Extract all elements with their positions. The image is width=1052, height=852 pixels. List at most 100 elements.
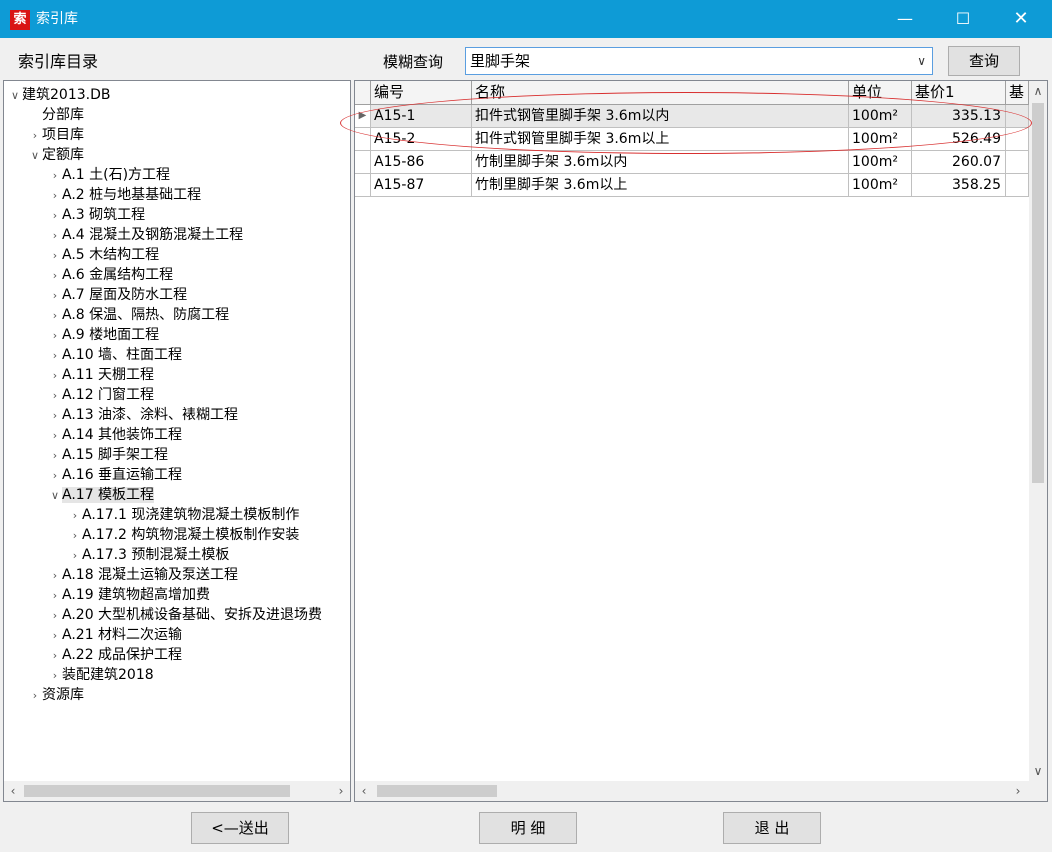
scroll-right-icon[interactable]: ›: [1009, 781, 1027, 801]
chevron-right-icon[interactable]: ›: [48, 386, 62, 406]
cell-price[interactable]: 260.07: [912, 151, 1006, 174]
tree-item[interactable]: › A.13 油漆、涂料、裱糊工程: [48, 405, 238, 425]
tree-item[interactable]: ∨ 建筑2013.DB: [8, 85, 111, 106]
tree-item[interactable]: › 装配建筑2018: [48, 665, 154, 685]
tree-item[interactable]: › A.5 木结构工程: [48, 245, 159, 265]
chevron-right-icon[interactable]: ›: [48, 566, 62, 586]
chevron-right-icon[interactable]: ›: [48, 606, 62, 626]
minimize-button[interactable]: —: [876, 0, 934, 38]
cell-code[interactable]: A15-87: [371, 174, 472, 197]
column-header-code[interactable]: 编号: [371, 81, 472, 105]
column-header-name[interactable]: 名称: [472, 81, 849, 105]
tree-item[interactable]: › A.11 天棚工程: [48, 365, 154, 385]
catalog-tree[interactable]: ∨ 建筑2013.DB 分部库 › 项目库 ∨ 定额库 › A.1 土(石)方工程 › A.2 桩与…: [3, 80, 351, 802]
chevron-right-icon[interactable]: ›: [68, 526, 82, 546]
cell-unit[interactable]: 100m²: [849, 128, 912, 151]
tree-item[interactable]: › A.18 混凝土运输及泵送工程: [48, 565, 238, 585]
cell-name[interactable]: 扣件式钢管里脚手架 3.6m以内: [472, 105, 849, 128]
chevron-right-icon[interactable]: ›: [48, 266, 62, 286]
tree-item[interactable]: › A.3 砌筑工程: [48, 205, 145, 225]
chevron-right-icon[interactable]: ›: [48, 626, 62, 646]
scroll-thumb[interactable]: [24, 785, 290, 797]
tree-item[interactable]: › A.20 大型机械设备基础、安拆及进退场费: [48, 605, 322, 625]
tree-item[interactable]: › A.19 建筑物超高增加费: [48, 585, 210, 605]
scroll-up-icon[interactable]: ∧: [1029, 81, 1047, 101]
cell-extra[interactable]: [1006, 128, 1029, 151]
cell-unit[interactable]: 100m²: [849, 151, 912, 174]
column-header-price[interactable]: 基价1: [912, 81, 1006, 105]
scroll-down-icon[interactable]: ∨: [1029, 761, 1047, 781]
tree-horizontal-scrollbar[interactable]: ‹ ›: [4, 781, 350, 801]
chevron-right-icon[interactable]: ›: [48, 186, 62, 206]
chevron-right-icon[interactable]: ›: [48, 586, 62, 606]
close-button[interactable]: ✕: [992, 0, 1050, 38]
chevron-down-icon[interactable]: ∨: [8, 86, 22, 106]
tree-item[interactable]: › A.9 楼地面工程: [48, 325, 159, 345]
tree-item[interactable]: › A.17.2 构筑物混凝土模板制作安装: [68, 525, 300, 546]
tree-item[interactable]: › A.10 墙、柱面工程: [48, 345, 182, 365]
chevron-right-icon[interactable]: ›: [48, 666, 62, 686]
chevron-right-icon[interactable]: ›: [48, 226, 62, 246]
tree-item[interactable]: › A.16 垂直运输工程: [48, 465, 182, 485]
chevron-right-icon[interactable]: ›: [48, 326, 62, 346]
tree-item[interactable]: ∨ 定额库: [28, 145, 84, 165]
cell-price[interactable]: 335.13: [912, 105, 1006, 128]
chevron-right-icon[interactable]: ›: [48, 246, 62, 266]
tree-item[interactable]: › 项目库: [28, 125, 84, 145]
chevron-right-icon[interactable]: ›: [48, 166, 62, 186]
column-header-extra[interactable]: 基: [1006, 81, 1029, 105]
tree-item[interactable]: › A.4 混凝土及钢筋混凝土工程: [48, 225, 243, 245]
cell-code[interactable]: A15-86: [371, 151, 472, 174]
tree-item[interactable]: › 资源库: [28, 685, 84, 705]
grid-vertical-scrollbar[interactable]: ∧ ∨: [1029, 81, 1047, 781]
chevron-right-icon[interactable]: ›: [48, 466, 62, 486]
tree-item[interactable]: › A.22 成品保护工程: [48, 645, 182, 665]
exit-button[interactable]: 退 出: [723, 812, 821, 844]
chevron-down-icon[interactable]: ∨: [28, 146, 42, 166]
detail-button[interactable]: 明 细: [479, 812, 577, 844]
scroll-right-icon[interactable]: ›: [332, 781, 350, 801]
grid-horizontal-scrollbar[interactable]: ‹ ›: [355, 781, 1047, 801]
chevron-down-icon[interactable]: ∨: [917, 54, 926, 68]
chevron-right-icon[interactable]: ›: [48, 406, 62, 426]
chevron-right-icon[interactable]: ›: [48, 306, 62, 326]
cell-name[interactable]: 竹制里脚手架 3.6m以内: [472, 151, 849, 174]
cell-unit[interactable]: 100m²: [849, 174, 912, 197]
maximize-button[interactable]: ☐: [934, 0, 992, 38]
tree-item[interactable]: 分部库: [28, 105, 84, 125]
cell-extra[interactable]: [1006, 105, 1029, 128]
scroll-left-icon[interactable]: ‹: [355, 781, 373, 801]
cell-unit[interactable]: 100m²: [849, 105, 912, 128]
scroll-left-icon[interactable]: ‹: [4, 781, 22, 801]
cell-name[interactable]: 竹制里脚手架 3.6m以上: [472, 174, 849, 197]
chevron-right-icon[interactable]: ›: [48, 426, 62, 446]
scroll-thumb[interactable]: [377, 785, 497, 797]
tree-item[interactable]: › A.21 材料二次运输: [48, 625, 182, 645]
chevron-right-icon[interactable]: ›: [68, 546, 82, 566]
cell-price[interactable]: 526.49: [912, 128, 1006, 151]
tree-item[interactable]: › A.2 桩与地基基础工程: [48, 185, 201, 205]
tree-item[interactable]: › A.8 保温、隔热、防腐工程: [48, 305, 229, 325]
cell-extra[interactable]: [1006, 174, 1029, 197]
chevron-right-icon[interactable]: ›: [48, 206, 62, 226]
tree-item[interactable]: › A.6 金属结构工程: [48, 265, 173, 285]
search-combobox[interactable]: 里脚手架 ∨: [465, 47, 933, 75]
results-grid[interactable]: 编号 名称 单位 基价1 基 ▶ A15-1 扣件式钢管里脚手架 3.6m以内 100…: [354, 80, 1048, 802]
chevron-right-icon[interactable]: ›: [48, 366, 62, 386]
chevron-right-icon[interactable]: ›: [48, 446, 62, 466]
tree-item[interactable]: › A.12 门窗工程: [48, 385, 154, 405]
chevron-right-icon[interactable]: ›: [68, 506, 82, 526]
chevron-right-icon[interactable]: ›: [48, 346, 62, 366]
tree-item[interactable]: › A.14 其他装饰工程: [48, 425, 182, 445]
cell-extra[interactable]: [1006, 151, 1029, 174]
column-header-unit[interactable]: 单位: [849, 81, 912, 105]
tree-item[interactable]: › A.17.3 预制混凝土模板: [68, 545, 230, 566]
cell-code[interactable]: A15-1: [371, 105, 472, 128]
tree-item[interactable]: › A.1 土(石)方工程: [48, 165, 170, 185]
tree-item[interactable]: › A.7 屋面及防水工程: [48, 285, 187, 305]
chevron-down-icon[interactable]: ∨: [48, 486, 62, 506]
query-button[interactable]: 查询: [948, 46, 1020, 76]
cell-name[interactable]: 扣件式钢管里脚手架 3.6m以上: [472, 128, 849, 151]
chevron-right-icon[interactable]: ›: [28, 686, 42, 706]
chevron-right-icon[interactable]: ›: [28, 126, 42, 146]
